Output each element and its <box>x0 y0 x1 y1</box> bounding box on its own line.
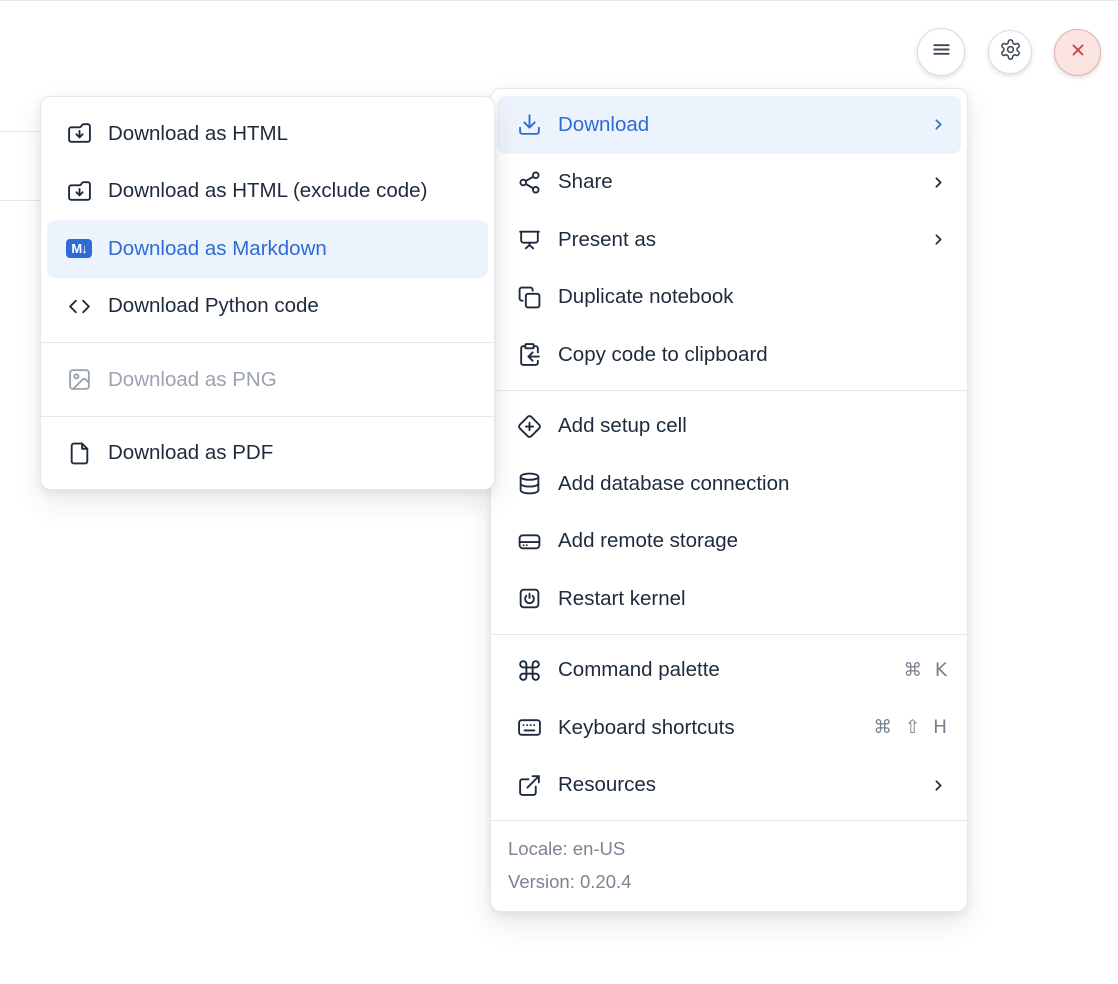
submenu-item-download-as-html[interactable]: Download as HTML <box>47 105 488 163</box>
menu-item-add-setup-cell[interactable]: Add setup cell <box>497 398 961 456</box>
menu-item-label: Resources <box>558 773 930 797</box>
chevron-right-icon <box>930 231 947 248</box>
submenu-item-download-as-pdf[interactable]: Download as PDF <box>47 425 488 483</box>
menu-item-label: Share <box>558 170 930 194</box>
close-x-icon <box>1068 40 1088 65</box>
page-top-border <box>0 0 1118 1</box>
menu-group: Add setup cell Add database connection A… <box>491 391 967 634</box>
menu-item-label: Download as PNG <box>108 368 474 392</box>
menu-item-label: Add remote storage <box>558 529 947 553</box>
menu-item-copy-code-to-clipboard[interactable]: Copy code to clipboard <box>497 326 961 384</box>
code-icon <box>66 293 92 319</box>
menu-group: Command palette ⌘ K Keyboard shortcuts ⌘… <box>491 635 967 821</box>
menu-item-add-database-connection[interactable]: Add database connection <box>497 455 961 513</box>
chevron-right-icon <box>930 174 947 191</box>
menu-item-label: Add setup cell <box>558 414 947 438</box>
external-link-icon <box>516 772 542 798</box>
download-submenu: Download as HTML Download as HTML (exclu… <box>40 96 495 490</box>
submenu-item-download-python-code[interactable]: Download Python code <box>47 278 488 336</box>
image-icon <box>66 367 92 393</box>
submenu-item-download-as-png: Download as PNG <box>47 351 488 409</box>
diamond-plus-icon <box>516 413 542 439</box>
menu-item-command-palette[interactable]: Command palette ⌘ K <box>497 642 961 700</box>
menu-footer: Locale: en-US Version: 0.20.4 <box>491 821 967 911</box>
folder-download-icon <box>66 121 92 147</box>
background-cell-border <box>0 200 45 201</box>
menu-item-share[interactable]: Share <box>497 154 961 212</box>
chevron-right-icon <box>930 116 947 133</box>
menu-item-label: Copy code to clipboard <box>558 343 947 367</box>
notebook-menu-dropdown: Download Share Present as Duplicate note… <box>490 88 968 912</box>
command-icon <box>516 657 542 683</box>
menu-item-label: Download as PDF <box>108 441 474 465</box>
menu-item-label: Present as <box>558 228 930 252</box>
menu-item-label: Download <box>558 113 930 137</box>
menu-item-label: Command palette <box>558 658 903 682</box>
power-square-icon <box>516 586 542 612</box>
menu-item-present-as[interactable]: Present as <box>497 211 961 269</box>
shutdown-button[interactable] <box>1054 29 1101 76</box>
menu-item-download[interactable]: Download <box>497 96 961 154</box>
menu-group: Download as HTML Download as HTML (exclu… <box>41 97 494 342</box>
settings-button[interactable] <box>988 30 1032 74</box>
submenu-item-download-as-html-exclude-code[interactable]: Download as HTML (exclude code) <box>47 163 488 221</box>
hamburger-icon <box>930 38 953 66</box>
version-text: Version: 0.20.4 <box>508 865 950 898</box>
copy-icon <box>516 284 542 310</box>
menu-group: Download Share Present as Duplicate note… <box>491 89 967 390</box>
menu-item-label: Download as Markdown <box>108 237 474 261</box>
file-icon <box>66 440 92 466</box>
menu-item-add-remote-storage[interactable]: Add remote storage <box>497 513 961 571</box>
menu-item-label: Restart kernel <box>558 587 947 611</box>
download-icon <box>516 112 542 138</box>
share-icon <box>516 169 542 195</box>
menu-item-label: Add database connection <box>558 472 947 496</box>
menu-item-duplicate-notebook[interactable]: Duplicate notebook <box>497 269 961 327</box>
menu-group: Download as PNG <box>41 343 494 416</box>
menu-group: Download as PDF <box>41 417 494 490</box>
menu-item-keyboard-shortcuts[interactable]: Keyboard shortcuts ⌘ ⇧ H <box>497 699 961 757</box>
shortcut-command-k: ⌘ K <box>903 660 947 681</box>
database-icon <box>516 471 542 497</box>
clipboard-copy-icon <box>516 342 542 368</box>
notebook-menu-button[interactable] <box>917 28 965 76</box>
menu-item-label: Download as HTML (exclude code) <box>108 179 474 203</box>
gear-icon <box>999 38 1022 66</box>
menu-item-label: Duplicate notebook <box>558 285 947 309</box>
keyboard-icon <box>516 715 542 741</box>
folder-download-icon <box>66 178 92 204</box>
menu-item-label: Keyboard shortcuts <box>558 716 873 740</box>
menu-item-label: Download as HTML <box>108 122 474 146</box>
markdown-download-icon: M↓ <box>66 236 92 262</box>
presentation-icon <box>516 227 542 253</box>
shortcut-command-shift-h: ⌘ ⇧ H <box>873 717 947 738</box>
menu-item-resources[interactable]: Resources <box>497 757 961 815</box>
locale-text: Locale: en-US <box>508 832 950 865</box>
chevron-right-icon <box>930 777 947 794</box>
menu-item-label: Download Python code <box>108 294 474 318</box>
background-cell-border <box>0 131 45 132</box>
menu-item-restart-kernel[interactable]: Restart kernel <box>497 570 961 628</box>
markdown-badge: M↓ <box>66 239 92 258</box>
hard-drive-icon <box>516 528 542 554</box>
submenu-item-download-as-markdown[interactable]: M↓ Download as Markdown <box>47 220 488 278</box>
